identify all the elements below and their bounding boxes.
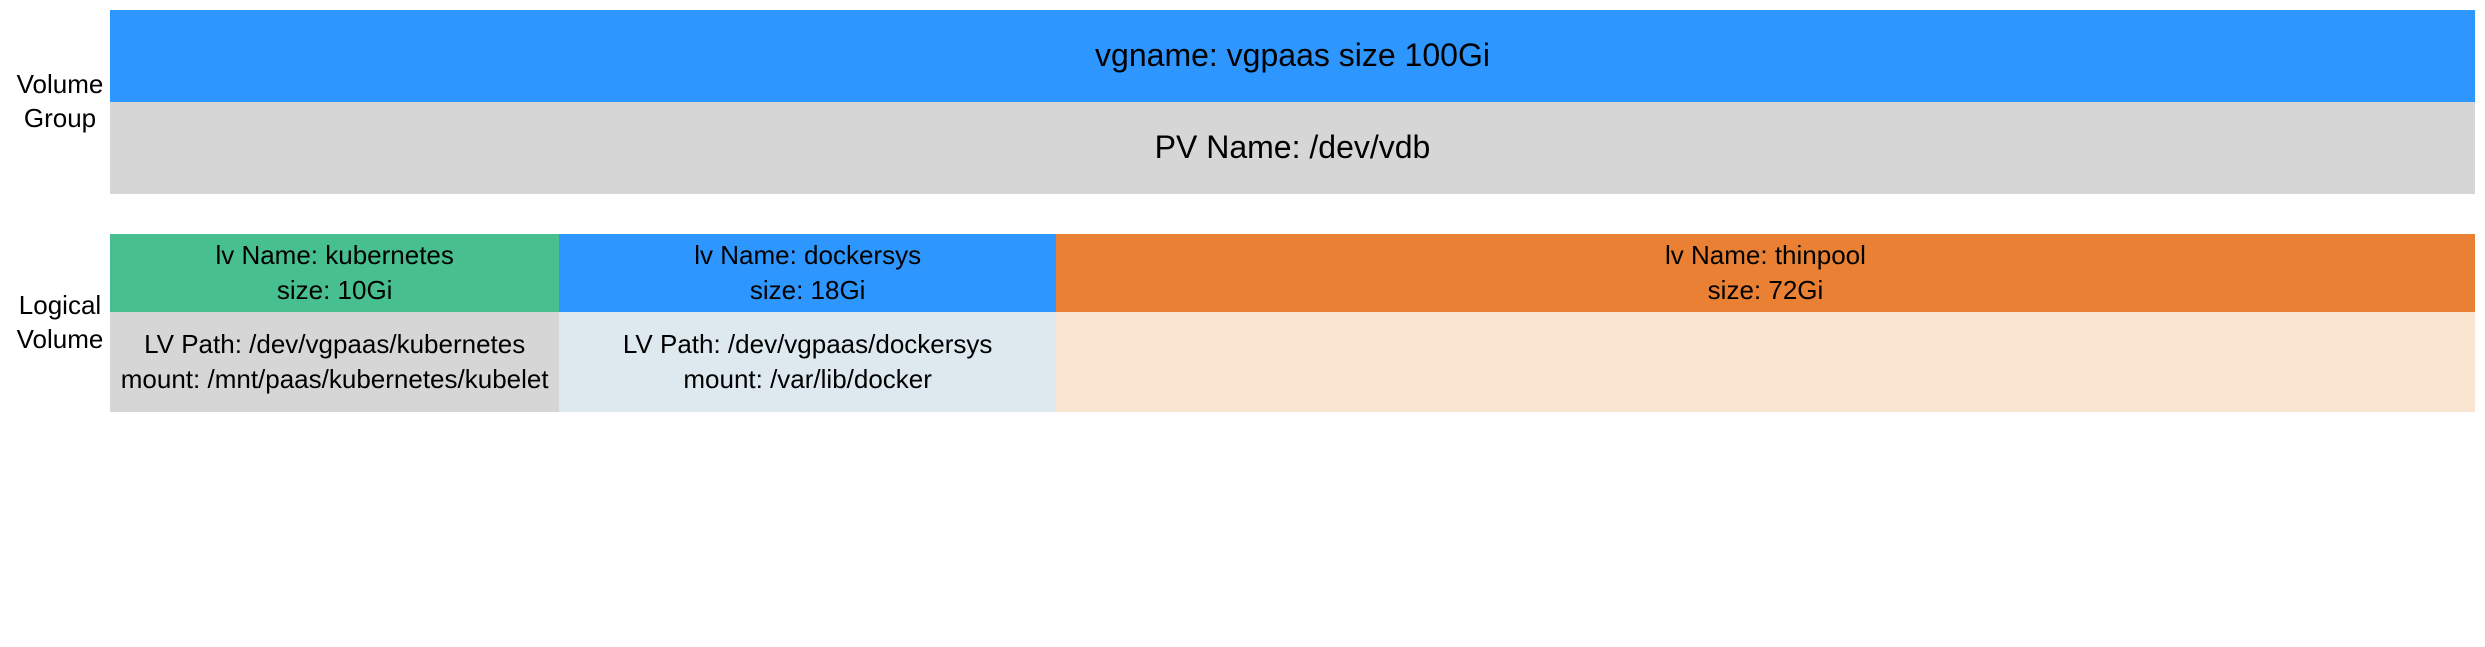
label-text: Logical	[10, 289, 110, 323]
lv-header-box: lv Name: dockersyssize: 18Gi	[559, 234, 1056, 312]
logical-volume-content: lv Name: kubernetessize: 10Gilv Name: do…	[110, 234, 2475, 412]
lv-header-box: lv Name: kubernetessize: 10Gi	[110, 234, 559, 312]
lv-path-text: LV Path: /dev/vgpaas/dockersys	[623, 327, 993, 362]
lv-header-row: lv Name: kubernetessize: 10Gilv Name: do…	[110, 234, 2475, 312]
lv-mount-box: LV Path: /dev/vgpaas/dockersysmount: /va…	[559, 312, 1056, 412]
lv-size-text: size: 10Gi	[277, 273, 393, 308]
label-text: Volume	[10, 323, 110, 357]
lv-size-text: size: 72Gi	[1708, 273, 1824, 308]
lv-name-text: lv Name: thinpool	[1665, 238, 1866, 273]
lv-mount-row: LV Path: /dev/vgpaas/kubernetesmount: /m…	[110, 312, 2475, 412]
lv-mount-box	[1056, 312, 2475, 412]
lv-mount-box: LV Path: /dev/vgpaas/kubernetesmount: /m…	[110, 312, 559, 412]
volume-group-section: Volume Group vgname: vgpaas size 100Gi P…	[10, 10, 2475, 194]
pv-row: PV Name: /dev/vdb	[110, 102, 2475, 194]
pv-box: PV Name: /dev/vdb	[110, 102, 2475, 194]
lv-mount-text: mount: /mnt/paas/kubernetes/kubelet	[121, 362, 549, 397]
volume-group-content: vgname: vgpaas size 100Gi PV Name: /dev/…	[110, 10, 2475, 194]
lv-mount-text: mount: /var/lib/docker	[683, 362, 932, 397]
logical-volume-section: Logical Volume lv Name: kubernetessize: …	[10, 234, 2475, 412]
volume-group-label: Volume Group	[10, 68, 110, 136]
vg-header-row: vgname: vgpaas size 100Gi	[110, 10, 2475, 102]
lv-header-box: lv Name: thinpoolsize: 72Gi	[1056, 234, 2475, 312]
label-text: Group	[10, 102, 110, 136]
label-text: Volume	[10, 68, 110, 102]
lv-path-text: LV Path: /dev/vgpaas/kubernetes	[144, 327, 525, 362]
vg-header-box: vgname: vgpaas size 100Gi	[110, 10, 2475, 102]
lv-name-text: lv Name: kubernetes	[215, 238, 453, 273]
pv-name-text: PV Name: /dev/vdb	[1155, 126, 1431, 169]
vg-header-text: vgname: vgpaas size 100Gi	[1095, 34, 1490, 77]
lv-size-text: size: 18Gi	[750, 273, 866, 308]
logical-volume-label: Logical Volume	[10, 289, 110, 357]
lv-name-text: lv Name: dockersys	[694, 238, 921, 273]
